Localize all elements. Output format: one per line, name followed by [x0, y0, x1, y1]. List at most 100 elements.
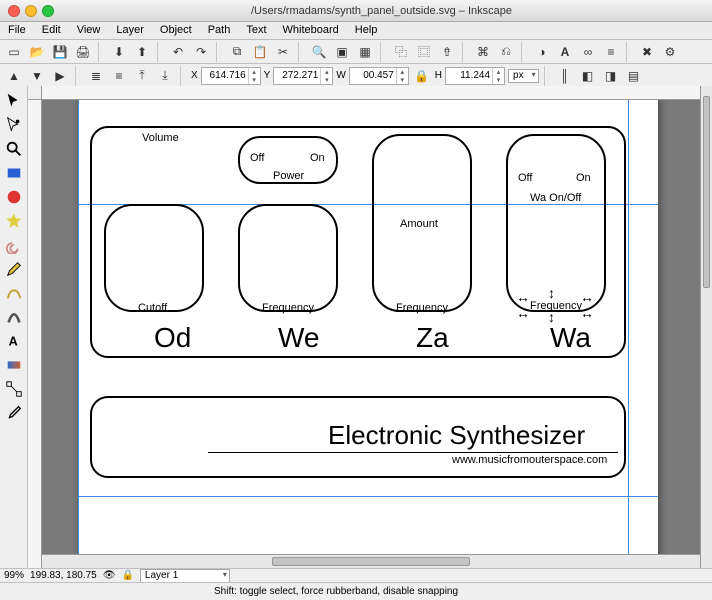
y-input[interactable]: ▴▾ — [273, 67, 333, 85]
export-icon[interactable]: ⬆ — [132, 42, 152, 62]
menu-whiteboard[interactable]: Whiteboard — [275, 22, 347, 39]
fill-stroke-icon[interactable]: ◑ — [532, 42, 552, 62]
close-icon[interactable] — [8, 5, 20, 17]
affect-pattern-icon[interactable]: ▤ — [624, 66, 644, 86]
save-icon[interactable]: 💾 — [50, 42, 70, 62]
menu-edit[interactable]: Edit — [34, 22, 69, 39]
affect-gradient-icon[interactable]: ◨ — [601, 66, 621, 86]
rotate-ccw-icon[interactable]: ▶ — [50, 66, 70, 86]
rect-tool-icon[interactable] — [3, 162, 25, 184]
redo-icon[interactable]: ↷ — [191, 42, 211, 62]
connector-tool-icon[interactable] — [3, 378, 25, 400]
new-icon[interactable]: ▭ — [4, 42, 24, 62]
module-we[interactable] — [238, 204, 338, 312]
menu-path[interactable]: Path — [200, 22, 239, 39]
zoom-level[interactable]: 99% — [4, 570, 24, 581]
h-input[interactable]: ▴▾ — [445, 67, 505, 85]
bezier-tool-icon[interactable] — [3, 282, 25, 304]
guide-h[interactable] — [78, 496, 658, 497]
label-amount: Amount — [400, 218, 438, 230]
label-on: On — [310, 152, 325, 164]
paste-icon[interactable]: 📋 — [250, 42, 270, 62]
node-tool-icon[interactable] — [3, 114, 25, 136]
name-za: Za — [416, 322, 449, 354]
docprops-icon[interactable]: ⚙ — [660, 42, 680, 62]
menu-file[interactable]: File — [0, 22, 34, 39]
guide-v[interactable] — [628, 100, 629, 554]
zoom-drawing-icon[interactable]: ▦ — [355, 42, 375, 62]
label-cutoff: Cutoff — [138, 302, 167, 314]
selection-handle-icon[interactable]: ↔ — [580, 290, 594, 304]
open-icon[interactable]: 📂 — [27, 42, 47, 62]
toolbox: A — [0, 86, 28, 580]
w-input[interactable]: ▴▾ — [349, 67, 409, 85]
menu-text[interactable]: Text — [238, 22, 274, 39]
status-hint: Shift: toggle select, force rubberband, … — [214, 586, 458, 597]
import-icon[interactable]: ⬇ — [109, 42, 129, 62]
selection-handle-icon[interactable]: ↔ — [516, 290, 530, 304]
menu-view[interactable]: View — [69, 22, 109, 39]
selection-handle-icon[interactable]: ↕ — [548, 286, 555, 300]
raise-top-icon[interactable]: ⤒ — [132, 66, 152, 86]
guide-v[interactable] — [78, 100, 79, 554]
minimize-icon[interactable] — [25, 5, 37, 17]
lock-icon[interactable]: 🔒 — [412, 66, 432, 86]
raise-icon[interactable]: ≣ — [86, 66, 106, 86]
undo-icon[interactable]: ↶ — [168, 42, 188, 62]
align-icon[interactable]: ≡ — [601, 42, 621, 62]
ruler-vertical[interactable] — [28, 100, 42, 568]
dropper-tool-icon[interactable] — [3, 402, 25, 424]
zoom-page-icon[interactable]: ▣ — [332, 42, 352, 62]
print-icon[interactable]: 🖨 — [73, 42, 93, 62]
zoom-fit-icon[interactable]: 🔍 — [309, 42, 329, 62]
selector-tool-icon[interactable] — [3, 90, 25, 112]
selection-handle-icon[interactable]: ↔ — [580, 306, 594, 320]
visibility-icon[interactable]: 👁 — [103, 570, 116, 581]
ellipse-tool-icon[interactable] — [3, 186, 25, 208]
zoom-icon[interactable] — [42, 5, 54, 17]
menu-help[interactable]: Help — [347, 22, 386, 39]
clone-icon[interactable]: ⿴ — [414, 42, 434, 62]
ungroup-icon[interactable]: ⎌ — [496, 42, 516, 62]
select-all-icon[interactable]: ▲ — [4, 66, 24, 86]
prefs-icon[interactable]: ✖ — [637, 42, 657, 62]
module-od[interactable] — [104, 204, 204, 312]
gradient-tool-icon[interactable] — [3, 354, 25, 376]
scrollbar-vertical[interactable] — [700, 86, 712, 568]
menu-object[interactable]: Object — [152, 22, 200, 39]
calligraphy-tool-icon[interactable] — [3, 306, 25, 328]
deselect-icon[interactable]: ▼ — [27, 66, 47, 86]
selected-text-frequency[interactable]: Frequency — [530, 300, 582, 312]
selection-handle-icon[interactable]: ↔ — [516, 306, 530, 320]
ruler-horizontal[interactable] — [42, 86, 700, 100]
label-power: Power — [273, 170, 304, 182]
canvas[interactable]: Volume Off On Power Cutoff Od Frequency … — [42, 100, 700, 554]
label-volume: Volume — [142, 132, 179, 144]
layer-select[interactable]: Layer 1 — [140, 569, 230, 583]
unlink-icon[interactable]: ⇮ — [437, 42, 457, 62]
text-props-icon[interactable]: A — [555, 42, 575, 62]
star-tool-icon[interactable] — [3, 210, 25, 232]
text-tool-icon[interactable]: A — [3, 330, 25, 352]
scrollbar-horizontal[interactable] — [42, 554, 700, 568]
lower-bottom-icon[interactable]: ⤓ — [155, 66, 175, 86]
page: Volume Off On Power Cutoff Od Frequency … — [78, 100, 658, 554]
xml-icon[interactable]: ∞ — [578, 42, 598, 62]
lower-icon[interactable]: ≡ — [109, 66, 129, 86]
affect-corner-icon[interactable]: ◧ — [578, 66, 598, 86]
x-input[interactable]: ▴▾ — [201, 67, 261, 85]
group-icon[interactable]: ⌘ — [473, 42, 493, 62]
duplicate-icon[interactable]: ⿻ — [391, 42, 411, 62]
menubar: File Edit View Layer Object Path Text Wh… — [0, 22, 712, 40]
unit-select[interactable]: px — [508, 69, 539, 83]
zoom-tool-icon[interactable] — [3, 138, 25, 160]
window-titlebar: /Users/rmadams/synth_panel_outside.svg –… — [0, 0, 712, 22]
lock-layer-icon[interactable]: 🔒 — [121, 570, 133, 581]
module-wa[interactable] — [506, 134, 606, 312]
copy-icon[interactable]: ⧉ — [227, 42, 247, 62]
pencil-tool-icon[interactable] — [3, 258, 25, 280]
cut-icon[interactable]: ✂ — [273, 42, 293, 62]
menu-layer[interactable]: Layer — [108, 22, 152, 39]
spiral-tool-icon[interactable] — [3, 234, 25, 256]
affect-stroke-icon[interactable]: ║ — [555, 66, 575, 86]
